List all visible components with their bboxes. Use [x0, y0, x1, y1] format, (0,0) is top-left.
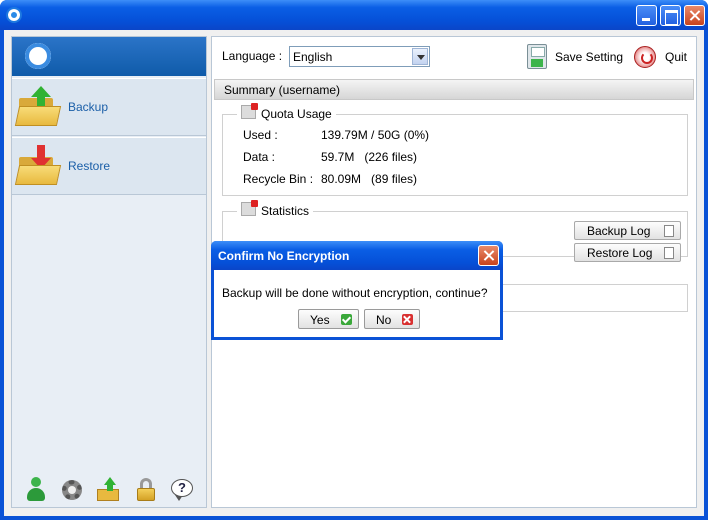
- quota-key: Used :: [243, 128, 278, 142]
- no-label: No: [376, 313, 392, 327]
- close-button[interactable]: [684, 5, 705, 26]
- upload-icon[interactable]: [95, 477, 121, 503]
- lock-icon[interactable]: [133, 477, 159, 503]
- chevron-down-icon[interactable]: [412, 48, 428, 65]
- folder-download-icon: [14, 145, 62, 185]
- yes-label: Yes: [310, 313, 330, 327]
- sidebar-item-restore[interactable]: Restore: [12, 137, 206, 195]
- quit-button[interactable]: Quit: [634, 44, 694, 70]
- document-icon: [664, 247, 674, 259]
- summary-title: Summary (username): [224, 83, 341, 97]
- backup-log-label: Backup Log: [587, 224, 651, 238]
- sidebar: Backup Restore ?: [11, 36, 207, 508]
- title-bar[interactable]: [0, 0, 708, 30]
- help-icon[interactable]: ?: [169, 477, 195, 503]
- check-icon: [341, 314, 352, 325]
- dialog-title: Confirm No Encryption: [218, 249, 350, 263]
- restore-log-button[interactable]: Restore Log: [574, 243, 681, 262]
- quota-value: 59.7M (226 files): [321, 150, 418, 164]
- sidebar-item-label: Restore: [68, 159, 111, 173]
- quota-value: 80.09M (89 files): [321, 172, 418, 186]
- dialog-message: Backup will be done without encryption, …: [222, 286, 488, 300]
- summary-header: Summary (username): [214, 79, 694, 100]
- user-icon[interactable]: [23, 477, 49, 503]
- floppy-disk-icon: [527, 44, 547, 69]
- minimize-button[interactable]: [636, 5, 657, 26]
- language-label: Language :: [222, 49, 283, 63]
- backup-log-button[interactable]: Backup Log: [574, 221, 681, 240]
- document-icon: [664, 225, 674, 237]
- gear-icon[interactable]: [59, 477, 85, 503]
- quota-key: Data :: [243, 150, 276, 164]
- save-setting-button[interactable]: Save Setting: [524, 44, 626, 70]
- sidebar-footer: ?: [12, 473, 206, 507]
- statistics-title: Statistics: [237, 200, 314, 218]
- quota-usage-label: Quota Usage: [261, 107, 332, 121]
- sidebar-item-label: Backup: [68, 100, 109, 114]
- sidebar-header: [12, 37, 206, 76]
- quota-value: 139.79M / 50G (0%): [321, 128, 430, 142]
- quota-key: Recycle Bin :: [243, 172, 314, 186]
- confirm-dialog: Confirm No Encryption Backup will be don…: [211, 241, 503, 340]
- dialog-title-bar[interactable]: Confirm No Encryption: [211, 241, 503, 270]
- quota-usage-title: Quota Usage: [237, 103, 336, 121]
- app-window: Backup Restore ? Language : English Save…: [0, 0, 708, 520]
- dialog-body: Backup will be done without encryption, …: [214, 270, 500, 337]
- language-value: English: [293, 50, 333, 64]
- language-select[interactable]: English: [289, 46, 430, 67]
- statistics-label: Statistics: [261, 204, 310, 218]
- close-icon: [402, 314, 413, 325]
- quit-label: Quit: [665, 50, 688, 64]
- power-icon: [634, 46, 656, 68]
- restore-log-label: Restore Log: [587, 246, 653, 260]
- statistics-icon: [241, 200, 258, 216]
- folder-upload-icon: [14, 86, 62, 126]
- maximize-button[interactable]: [660, 5, 681, 26]
- sidebar-item-backup[interactable]: Backup: [12, 78, 206, 136]
- dialog-close-button[interactable]: [478, 245, 499, 266]
- toolbar: Language : English Save Setting Quit: [212, 37, 696, 75]
- brand-logo-icon: [25, 43, 51, 69]
- app-logo-icon: [6, 7, 22, 23]
- no-button[interactable]: No: [364, 309, 420, 329]
- quota-icon: [241, 103, 258, 119]
- client-area: Backup Restore ? Language : English Save…: [4, 30, 704, 516]
- yes-button[interactable]: Yes: [298, 309, 359, 329]
- save-setting-label: Save Setting: [555, 50, 624, 64]
- quota-usage-group: Quota Usage Used : 139.79M / 50G (0%) Da…: [222, 103, 688, 196]
